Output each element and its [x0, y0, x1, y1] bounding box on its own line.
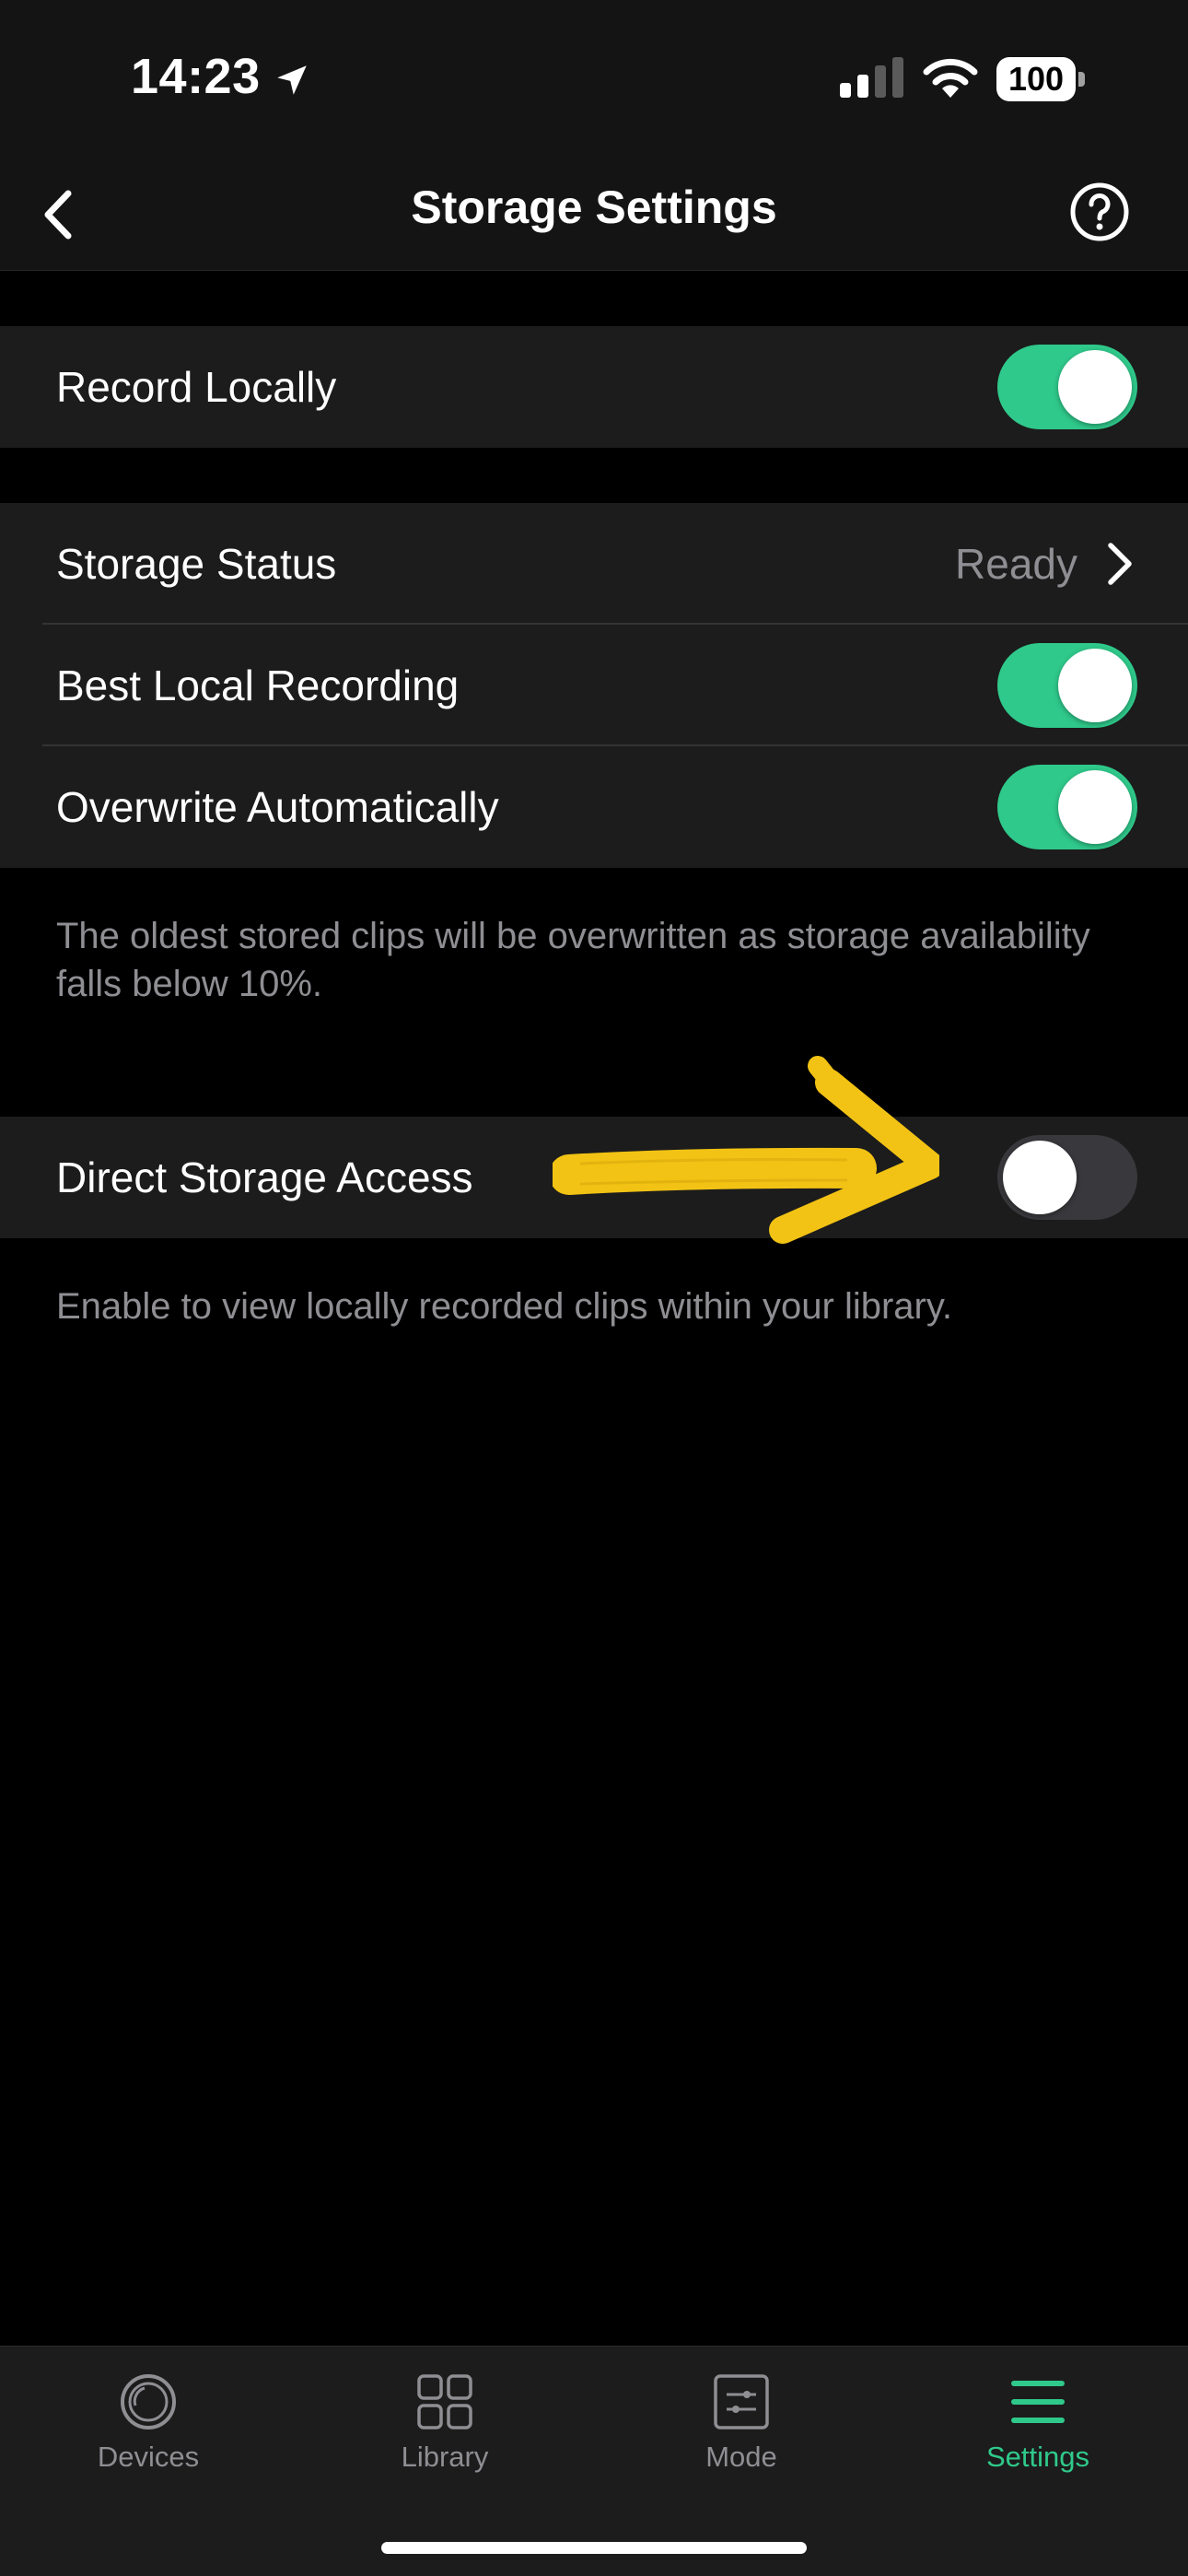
storage-status-row[interactable]: Storage Status Ready — [0, 503, 1188, 625]
hamburger-menu-icon — [1011, 2381, 1065, 2423]
best-local-recording-toggle[interactable] — [997, 643, 1137, 728]
chevron-right-icon — [1108, 543, 1132, 585]
record-locally-group: Record Locally — [0, 326, 1188, 448]
status-bar: 14:23 100 — [0, 0, 1188, 158]
sliders-icon — [714, 2374, 769, 2430]
record-locally-row[interactable]: Record Locally — [0, 326, 1188, 448]
help-question-icon[interactable] — [1068, 181, 1131, 243]
storage-status-value: Ready — [955, 540, 1077, 588]
tab-mode[interactable]: Mode — [593, 2347, 890, 2503]
record-locally-toggle[interactable] — [997, 345, 1137, 429]
wifi-icon — [923, 58, 978, 98]
battery-cap — [1078, 72, 1085, 87]
toggle-knob — [1058, 649, 1132, 722]
status-time: 14:23 — [131, 49, 261, 104]
screen: 14:23 100 Storage Settings Record Locall… — [0, 0, 1188, 2576]
record-locally-label: Record Locally — [56, 363, 337, 411]
tab-settings[interactable]: Settings — [890, 2347, 1186, 2503]
storage-status-label: Storage Status — [56, 540, 337, 588]
tab-label-devices: Devices — [97, 2441, 200, 2473]
navigation-bar: Storage Settings — [0, 158, 1188, 271]
tab-library[interactable]: Library — [297, 2347, 593, 2503]
toggle-knob — [1058, 350, 1132, 424]
storage-options-group: Storage Status Ready Best Local Recordin… — [0, 503, 1188, 868]
direct-storage-access-toggle[interactable] — [997, 1135, 1137, 1220]
overwrite-automatically-label: Overwrite Automatically — [56, 783, 499, 831]
direct-storage-group: Direct Storage Access — [0, 1117, 1188, 1238]
tab-devices[interactable]: Devices — [0, 2347, 297, 2503]
best-local-recording-row[interactable]: Best Local Recording — [0, 625, 1188, 746]
best-local-recording-label: Best Local Recording — [56, 662, 460, 709]
overwrite-footnote: The oldest stored clips will be overwrit… — [56, 916, 1090, 1004]
page-title: Storage Settings — [411, 181, 777, 233]
overwrite-automatically-row[interactable]: Overwrite Automatically — [0, 746, 1188, 868]
home-indicator[interactable] — [381, 2542, 807, 2554]
battery-level: 100 — [996, 57, 1076, 101]
direct-storage-access-row[interactable]: Direct Storage Access — [0, 1117, 1188, 1238]
tab-label-library: Library — [401, 2441, 489, 2473]
cellular-signal-icon — [840, 57, 903, 98]
camera-lens-icon — [121, 2374, 176, 2430]
grid-icon — [417, 2374, 472, 2430]
overwrite-automatically-toggle[interactable] — [997, 765, 1137, 849]
battery-icon: 100 — [996, 57, 1085, 101]
toggle-knob — [1058, 770, 1132, 844]
direct-storage-footnote: Enable to view locally recorded clips wi… — [56, 1286, 953, 1327]
toggle-knob — [1003, 1141, 1077, 1214]
tab-label-mode: Mode — [705, 2441, 777, 2473]
tab-label-settings: Settings — [985, 2441, 1089, 2473]
direct-storage-access-label: Direct Storage Access — [56, 1153, 473, 1201]
location-arrow-icon — [277, 65, 307, 95]
